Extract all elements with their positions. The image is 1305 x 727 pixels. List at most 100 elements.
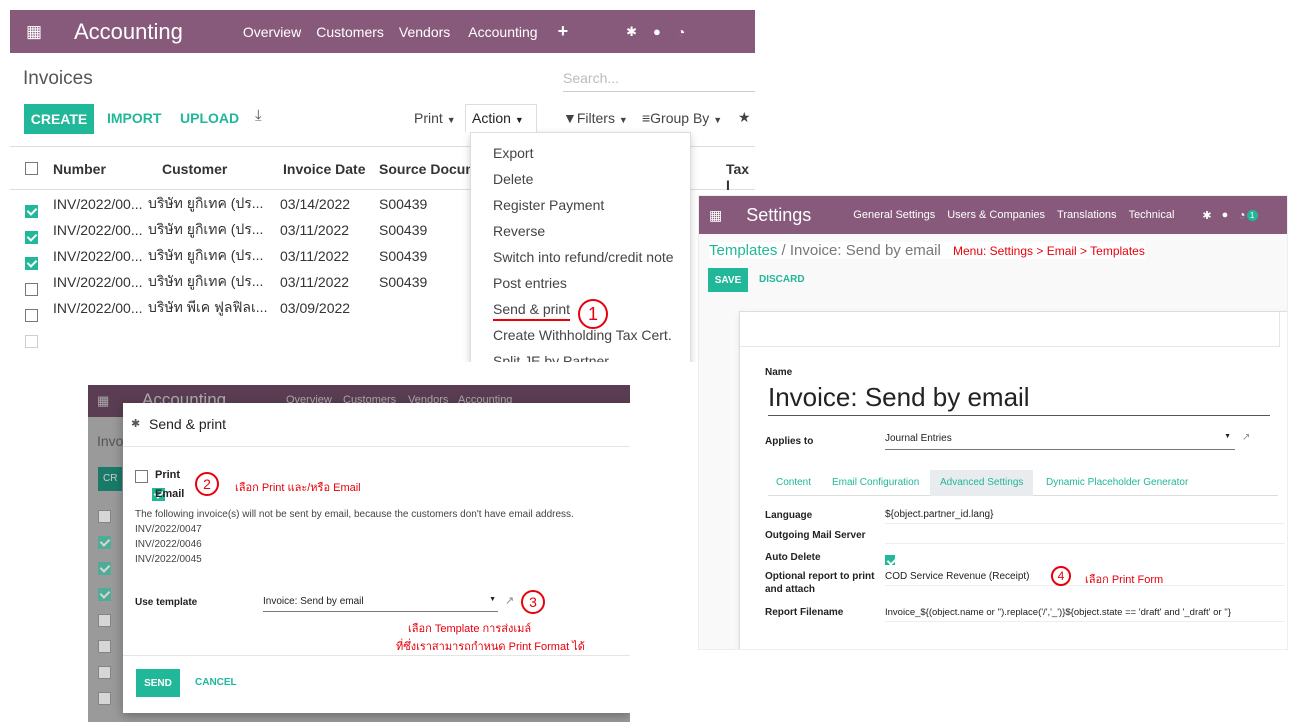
upload-button[interactable]: UPLOAD — [180, 110, 239, 126]
table-row[interactable]: INV/2022/00... บริษัท ยูกิเทค (ปร... 03/11… — [10, 243, 470, 270]
page-title: Invoices — [23, 68, 93, 89]
menu-general-settings[interactable]: General Settings — [853, 209, 935, 221]
caret-down-icon: ▼ — [713, 115, 723, 125]
menu-item-post-entries[interactable]: Post entries — [471, 270, 690, 296]
template-name-field[interactable]: Invoice: Send by email — [768, 382, 1270, 416]
menu-users-companies[interactable]: Users & Companies — [947, 209, 1045, 221]
main-navbar: ▦ Accounting Overview Customers Vendors … — [10, 10, 755, 53]
tab-advanced-settings[interactable]: Advanced Settings — [930, 470, 1034, 496]
step4-note: เลือก Print Form — [1085, 574, 1164, 586]
groupby-dropdown[interactable]: ≡Group By ▼ — [642, 110, 722, 126]
tab-content[interactable]: Content — [776, 477, 811, 488]
row-number: INV/2022/00... — [53, 248, 143, 264]
send-button[interactable]: SEND — [136, 669, 180, 697]
breadcrumb-templates-link[interactable]: Templates — [709, 242, 777, 259]
table-row[interactable]: INV/2022/00... บริษัท พีเค ฟูลฟิลเ... 03/0… — [10, 295, 470, 322]
menu-item-reverse[interactable]: Reverse — [471, 218, 690, 244]
menu-customers[interactable]: Customers — [316, 24, 384, 40]
applies-to-label: Applies to — [765, 436, 814, 447]
table-row[interactable]: INV/2022/00... บริษัท ยูกิเทค (ปร... 03/14… — [10, 191, 470, 218]
external-link-icon[interactable]: ↗ — [505, 594, 514, 607]
menu-accounting[interactable]: Accounting — [468, 24, 537, 40]
print-label: Print — [155, 469, 181, 481]
search-input[interactable]: Search... — [563, 70, 755, 92]
auto-delete-label: Auto Delete — [765, 552, 821, 563]
table-row[interactable]: INV/2022/00... บริษัท ยูกิเทค (ปร... 03/11… — [10, 217, 470, 244]
plus-icon[interactable]: + — [558, 21, 569, 42]
step3-note-line1: เลือก Template การส่งเมล์ — [408, 623, 532, 635]
language-field[interactable]: ${object.partner_id.lang} — [885, 509, 1285, 524]
row-customer: บริษัท ยูกิเทค (ปร... — [148, 273, 264, 289]
applies-to-select[interactable]: Journal Entries ▼ — [885, 433, 1235, 450]
breadcrumb: Templates / Invoice: Send by email Menu:… — [709, 242, 1145, 259]
menu-item-split-je[interactable]: Split JE by Partner — [471, 348, 690, 362]
menu-translations[interactable]: Translations — [1057, 209, 1117, 221]
menu-path-note: Menu: Settings > Email > Templates — [952, 244, 1145, 258]
action-dropdown[interactable]: Action ▼ — [465, 104, 537, 132]
row-customer: บริษัท พีเค ฟูลฟิลเ... — [148, 299, 268, 315]
applies-to-value: Journal Entries — [885, 433, 952, 444]
mail-server-field[interactable] — [885, 530, 1285, 544]
menu-item-delete[interactable]: Delete — [471, 166, 690, 192]
menu-technical[interactable]: Technical — [1129, 209, 1175, 221]
cancel-button[interactable]: CANCEL — [195, 677, 237, 688]
row-checkbox[interactable] — [25, 282, 38, 296]
table-row[interactable]: INV/2022/00... บริษัท ยูกิเทค (ปร... 03/11… — [10, 269, 470, 296]
step-marker-4: 4 — [1051, 566, 1071, 586]
bg-create-button: CR — [98, 467, 122, 491]
print-checkbox[interactable] — [135, 470, 148, 483]
filters-dropdown[interactable]: ▼Filters ▼ — [563, 110, 628, 126]
bug-icon[interactable]: ✱ — [626, 24, 637, 40]
menu-item-withholding-tax[interactable]: Create Withholding Tax Cert. — [471, 322, 690, 348]
apps-grid-icon[interactable]: ▦ — [709, 207, 722, 224]
row-date: 03/09/2022 — [280, 300, 351, 316]
table-row[interactable] — [10, 321, 470, 348]
col-invoice-date[interactable]: Invoice Date — [283, 161, 365, 177]
discard-button[interactable]: DISCARD — [759, 274, 805, 285]
activity-icon[interactable]: ◔ — [1238, 208, 1245, 222]
form-header-strip — [740, 312, 1280, 347]
menu-vendors[interactable]: Vendors — [399, 24, 450, 40]
row-checkbox[interactable] — [25, 204, 38, 218]
bug-icon[interactable]: ✱ — [1202, 209, 1211, 222]
print-dropdown[interactable]: Print ▼ — [414, 110, 456, 126]
select-all-checkbox[interactable] — [25, 162, 38, 175]
invoice-0046: INV/2022/0046 — [135, 539, 202, 550]
save-button[interactable]: SAVE — [708, 268, 748, 292]
dialog-header: ✱ Send & print — [123, 403, 630, 447]
col-tax[interactable]: Tax I — [726, 161, 755, 193]
tab-email-configuration[interactable]: Email Configuration — [832, 477, 919, 488]
auto-delete-checkbox[interactable] — [885, 555, 895, 565]
apps-grid-icon[interactable]: ▦ — [26, 22, 44, 42]
template-select[interactable]: Invoice: Send by email ▼ — [263, 596, 498, 612]
tabs-bar: Content Email Configuration Advanced Set… — [768, 470, 1278, 496]
menu-item-register-payment[interactable]: Register Payment — [471, 192, 690, 218]
settings-app-title[interactable]: Settings — [746, 205, 811, 226]
filename-field[interactable]: Invoice_${(object.name or '').replace('/… — [885, 607, 1285, 622]
step-marker-3: 3 — [521, 590, 545, 614]
tab-placeholder-generator[interactable]: Dynamic Placeholder Generator — [1046, 477, 1188, 488]
row-number: INV/2022/00... — [53, 274, 143, 290]
row-checkbox[interactable] — [25, 334, 38, 348]
col-customer[interactable]: Customer — [162, 161, 227, 177]
col-number[interactable]: Number — [53, 161, 106, 177]
row-checkbox[interactable] — [25, 308, 38, 322]
import-button[interactable]: IMPORT — [107, 110, 161, 126]
report-label: Optional report to print and attach — [765, 571, 875, 595]
form-sheet: Name Invoice: Send by email Applies to J… — [739, 311, 1287, 649]
chat-icon[interactable]: ● — [653, 24, 661, 39]
download-icon[interactable]: ⤓ — [255, 107, 262, 124]
chat-icon[interactable]: ● — [1222, 209, 1229, 221]
menu-overview[interactable]: Overview — [243, 24, 301, 40]
external-link-icon[interactable]: ↗ — [1242, 432, 1250, 443]
row-checkbox[interactable] — [25, 256, 38, 270]
favorites-star-icon[interactable]: ★ — [738, 109, 751, 126]
app-title[interactable]: Accounting — [74, 19, 183, 45]
invoice-0045: INV/2022/0045 — [135, 554, 202, 565]
menu-item-export[interactable]: Export — [471, 140, 690, 166]
create-button[interactable]: CREATE — [24, 104, 94, 134]
activity-icon[interactable]: ◔ — [677, 24, 685, 40]
row-checkbox[interactable] — [25, 230, 38, 244]
invoices-panel: ▦ Accounting Overview Customers Vendors … — [10, 10, 755, 362]
menu-item-switch-refund[interactable]: Switch into refund/credit note — [471, 244, 690, 270]
